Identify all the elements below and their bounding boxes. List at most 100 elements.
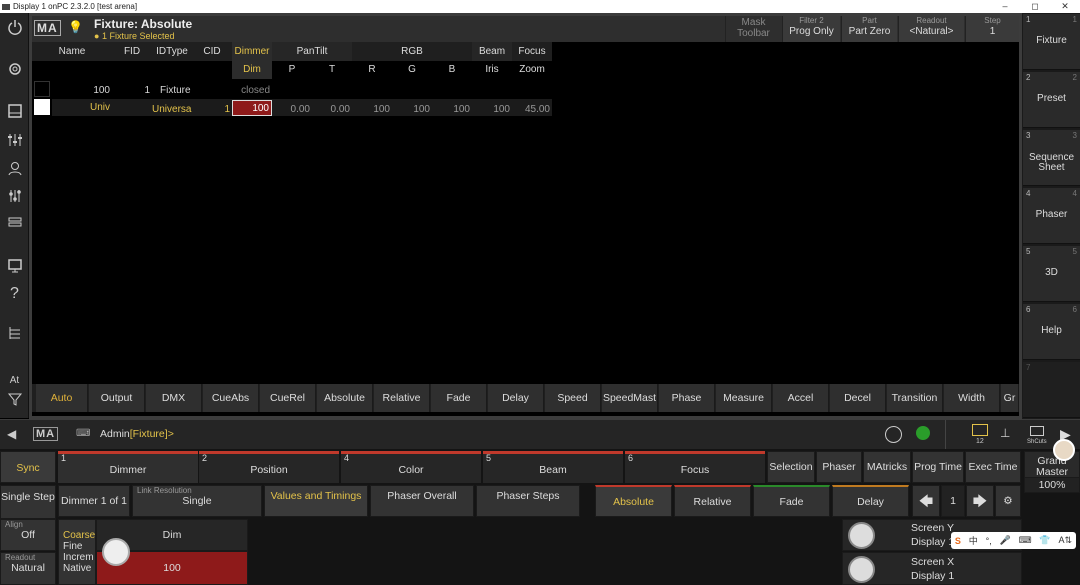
row2-b[interactable]: 100 — [432, 102, 472, 118]
faders-icon[interactable] — [0, 129, 29, 151]
feature-phase[interactable]: Phase — [659, 384, 715, 412]
feature-dmx[interactable]: DMX — [146, 384, 202, 412]
monitor-icon[interactable] — [0, 255, 29, 277]
command-line-input[interactable]: Admin[Fixture]> — [100, 428, 174, 440]
dimmer-of-button[interactable]: Dimmer 1 of 1 — [58, 485, 130, 517]
row1-name[interactable]: 100 — [52, 83, 112, 99]
col-idtype[interactable]: IDType — [152, 42, 192, 61]
feature-speed[interactable]: Speed — [545, 384, 601, 412]
col-fid[interactable]: FID — [112, 42, 152, 61]
sync-button[interactable]: Sync — [0, 451, 56, 483]
fade-layer-button[interactable]: Fade — [753, 485, 830, 517]
resolution-list[interactable]: Coarse Fine Increm Native — [58, 519, 96, 585]
screen-x-knob-icon[interactable] — [848, 556, 875, 583]
res-native[interactable]: Native — [63, 563, 95, 574]
filter-button[interactable]: Filter 2 Prog Only — [782, 16, 840, 42]
tab-color[interactable]: 4 Color — [341, 451, 481, 483]
col-cid[interactable]: CID — [192, 42, 232, 61]
network-globe-icon[interactable] — [916, 426, 930, 440]
grand-master-value[interactable]: 100% — [1024, 477, 1080, 493]
encoder-knob-icon[interactable] — [102, 538, 130, 566]
feature-relative[interactable]: Relative — [374, 384, 430, 412]
feature-absolute[interactable]: Absolute — [317, 384, 373, 412]
page-prev-arrow-icon[interactable]: 🡄 — [912, 485, 940, 517]
matricks-button[interactable]: MAtricks — [863, 451, 911, 483]
sub-g[interactable]: G — [392, 61, 432, 79]
delay-layer-button[interactable]: Delay — [832, 485, 909, 517]
ime-punctuation-icon[interactable]: °, — [986, 536, 992, 546]
feature-width[interactable]: Width — [944, 384, 1000, 412]
sogou-icon[interactable]: S — [955, 536, 961, 546]
feature-measure[interactable]: Measure — [716, 384, 772, 412]
res-increment[interactable]: Increm — [63, 552, 95, 563]
row2-g[interactable]: 100 — [392, 102, 432, 118]
single-step-button[interactable]: Single Step — [0, 485, 56, 519]
feature-accel[interactable]: Accel — [773, 384, 829, 412]
col-pantilt[interactable]: PanTilt — [272, 42, 352, 61]
power-icon[interactable] — [0, 16, 29, 38]
gear-icon[interactable] — [0, 58, 29, 80]
page-settings-icon[interactable]: ⚙ — [995, 485, 1021, 517]
view-empty[interactable]: 7 — [1023, 362, 1080, 418]
at-button[interactable]: At — [0, 373, 29, 387]
feature-speedmast[interactable]: SpeedMast — [602, 384, 658, 412]
feature-delay[interactable]: Delay — [488, 384, 544, 412]
phaser-steps-button[interactable]: Phaser Steps — [476, 485, 580, 517]
view-sequence-sheet[interactable]: 3 3 Sequence Sheet — [1023, 130, 1080, 186]
row2-dim[interactable]: 100 — [232, 100, 272, 116]
res-fine[interactable]: Fine — [63, 541, 95, 552]
row2-cid[interactable]: 1 — [192, 102, 232, 118]
close-button[interactable]: ✕ — [1050, 0, 1080, 13]
tab-beam[interactable]: 5 Beam — [483, 451, 623, 483]
sub-b[interactable]: B — [432, 61, 472, 79]
view-help[interactable]: 6 6 Help — [1023, 304, 1080, 360]
sub-t[interactable]: T — [312, 61, 352, 79]
maximize-button[interactable]: ◻ — [1020, 0, 1050, 13]
align-button[interactable]: Align Off — [0, 519, 56, 551]
part-button[interactable]: Part Part Zero — [841, 16, 897, 42]
view-preset[interactable]: 2 2 Preset — [1023, 72, 1080, 128]
page-next-arrow-icon[interactable]: 🡆 — [966, 485, 994, 517]
row2-r[interactable]: 100 — [352, 102, 392, 118]
readout-button[interactable]: Readout <Natural> — [898, 16, 964, 42]
filter-icon[interactable] — [0, 388, 29, 410]
view-fixture[interactable]: 1 1 Fixture — [1023, 14, 1080, 70]
ime-keyboard-icon[interactable]: ⌨ — [1019, 535, 1032, 546]
feature-cuerel[interactable]: CueRel — [260, 384, 316, 412]
feature-transition[interactable]: Transition — [887, 384, 943, 412]
row2-p[interactable]: 0.00 — [272, 102, 312, 118]
sub-iris[interactable]: Iris — [472, 61, 512, 79]
res-coarse[interactable]: Coarse — [63, 530, 95, 541]
col-focus[interactable]: Focus — [512, 42, 552, 61]
mail-icon[interactable] — [972, 424, 988, 436]
network-tree-icon[interactable]: ⊥ — [1000, 426, 1010, 440]
readout-mode-button[interactable]: Readout Natural — [0, 552, 56, 585]
store-icon[interactable] — [0, 100, 29, 122]
col-beam[interactable]: Beam — [472, 42, 512, 61]
tab-position[interactable]: 2 Position — [199, 451, 339, 483]
help-icon[interactable]: ? — [0, 283, 29, 305]
sub-p[interactable]: P — [272, 61, 312, 79]
sliders-icon[interactable] — [0, 185, 29, 207]
prog-time-button[interactable]: Prog Time — [912, 451, 964, 483]
feature-decel[interactable]: Decel — [830, 384, 886, 412]
row1-fid[interactable]: 1 — [112, 83, 152, 99]
back-arrow-icon[interactable]: ◀ — [7, 427, 16, 441]
col-name[interactable]: Name — [32, 42, 112, 61]
col-dimmer[interactable]: Dimmer — [232, 42, 272, 61]
selection-button[interactable]: Selection — [767, 451, 815, 483]
avatar[interactable] — [1053, 439, 1075, 461]
list-icon[interactable] — [0, 212, 29, 234]
feature-cueabs[interactable]: CueAbs — [203, 384, 259, 412]
ime-skin-icon[interactable]: 👕 — [1039, 535, 1050, 546]
row2-t[interactable]: 0.00 — [312, 102, 352, 118]
feature-output[interactable]: Output — [89, 384, 145, 412]
clock-icon[interactable] — [885, 426, 902, 443]
row2-idtype[interactable]: Universa — [152, 102, 192, 118]
row1-idtype[interactable]: Fixture — [160, 83, 200, 99]
feature-fade[interactable]: Fade — [431, 384, 487, 412]
shortcuts-keyboard-icon[interactable] — [1030, 426, 1044, 436]
keyboard-icon[interactable]: ⌨ — [76, 428, 90, 439]
phaser-button[interactable]: Phaser — [816, 451, 862, 483]
sub-dim[interactable]: Dim — [232, 61, 272, 79]
